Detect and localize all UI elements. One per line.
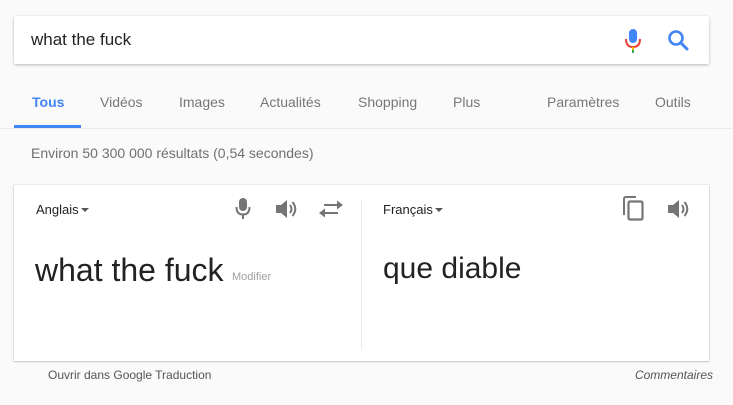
chevron-down-icon	[80, 207, 89, 212]
tab-all[interactable]: Tous	[32, 94, 64, 110]
target-language-select[interactable]: Français	[383, 202, 443, 217]
chevron-down-icon	[434, 207, 443, 212]
source-language-label: Anglais	[36, 202, 79, 217]
search-tabs: Tous Vidéos Images Actualités Shopping P…	[0, 80, 733, 129]
microphone-icon[interactable]	[235, 197, 251, 221]
search-icon[interactable]	[666, 28, 690, 52]
target-text: que diable	[383, 252, 522, 285]
open-translate-link[interactable]: Ouvrir dans Google Traduction	[48, 368, 211, 382]
copy-icon[interactable]	[621, 196, 645, 222]
result-stats: Environ 50 300 000 résultats (0,54 secon…	[31, 145, 314, 161]
swap-icon[interactable]	[318, 198, 344, 220]
source-language-select[interactable]: Anglais	[36, 202, 89, 217]
target-language-label: Français	[383, 202, 433, 217]
tab-images[interactable]: Images	[179, 94, 225, 110]
tab-news[interactable]: Actualités	[260, 94, 321, 110]
card-divider	[361, 199, 362, 349]
tab-tools[interactable]: Outils	[655, 94, 691, 110]
search-box	[14, 16, 709, 64]
modify-link[interactable]: Modifier	[232, 271, 271, 283]
tab-videos[interactable]: Vidéos	[100, 94, 143, 110]
feedback-link[interactable]: Commentaires	[635, 368, 713, 382]
search-input[interactable]	[14, 16, 604, 64]
speaker-icon[interactable]	[274, 197, 300, 221]
microphone-icon[interactable]	[624, 28, 642, 54]
translate-card: Anglais what the fuck Modifier Français …	[14, 185, 709, 361]
speaker-icon[interactable]	[666, 197, 692, 221]
active-tab-indicator	[14, 125, 81, 128]
tab-shopping[interactable]: Shopping	[358, 94, 417, 110]
tab-more[interactable]: Plus	[453, 94, 480, 110]
source-text[interactable]: what the fuck	[35, 252, 224, 289]
tab-settings[interactable]: Paramètres	[547, 94, 619, 110]
